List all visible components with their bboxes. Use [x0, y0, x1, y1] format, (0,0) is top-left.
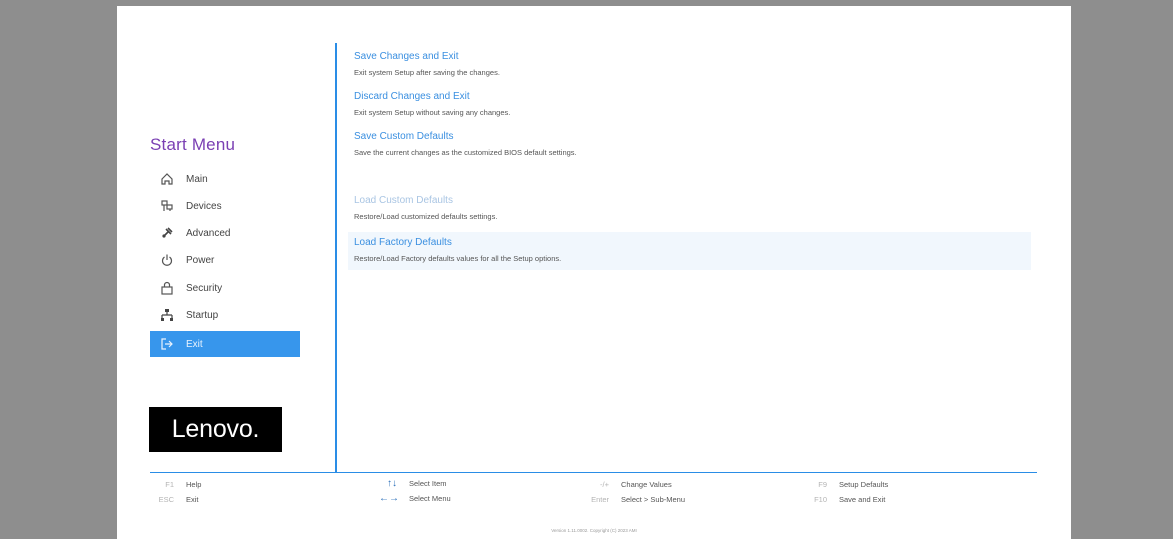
sidebar-item-startup[interactable]: Startup — [150, 302, 300, 328]
option-description: Save the current changes as the customiz… — [354, 148, 577, 157]
sidebar-item-advanced[interactable]: Advanced — [150, 220, 300, 246]
footer-key-help: F1 Help — [165, 480, 202, 489]
footer-key-select-item: ↑↓ Select Item — [387, 478, 447, 489]
footer-key-change-values: -/+ Change Values — [600, 480, 672, 489]
footer-key-save-and-exit: F10 Save and Exit — [814, 495, 886, 504]
sidebar-item-power[interactable]: Power — [150, 247, 300, 273]
footer-key-sub-menu: Enter Select > Sub-Menu — [591, 495, 685, 504]
home-icon — [157, 170, 177, 188]
lock-icon — [157, 279, 177, 297]
devices-icon — [157, 197, 177, 215]
version-text: Version 1.11.0002. Copyright (C) 2023 AM… — [551, 528, 637, 533]
bios-setup-panel: Start Menu Main Devices Advanced Power S… — [117, 6, 1071, 539]
option-title: Save Custom Defaults — [354, 131, 454, 142]
option-title: Discard Changes and Exit — [354, 91, 470, 102]
lenovo-logo: Lenovo. — [149, 407, 282, 452]
footer-key-setup-defaults: F9 Setup Defaults — [818, 480, 889, 489]
sidebar-item-security[interactable]: Security — [150, 275, 300, 301]
sidebar-item-label: Exit — [186, 338, 203, 350]
option-title: Load Factory Defaults — [354, 237, 452, 248]
startup-icon — [157, 306, 177, 324]
sidebar-item-label: Devices — [186, 200, 222, 212]
option-description: Exit system Setup without saving any cha… — [354, 108, 511, 117]
sidebar-title: Start Menu — [150, 135, 236, 154]
sidebar-item-devices[interactable]: Devices — [150, 193, 300, 219]
power-icon — [157, 251, 177, 269]
option-description: Restore/Load customized defaults setting… — [354, 212, 498, 221]
sidebar-item-label: Startup — [186, 309, 219, 321]
option-discard-changes-and-exit[interactable]: Discard Changes and Exit Exit system Set… — [354, 91, 1034, 117]
footer-key-select-menu: ←→ Select Menu — [379, 493, 451, 504]
option-description: Restore/Load Factory defaults values for… — [354, 254, 562, 263]
sidebar-item-label: Advanced — [186, 227, 231, 239]
option-load-custom-defaults: Load Custom Defaults Restore/Load custom… — [354, 195, 1034, 221]
option-load-factory-defaults[interactable]: Load Factory Defaults Restore/Load Facto… — [348, 232, 1031, 270]
option-description: Exit system Setup after saving the chang… — [354, 68, 500, 77]
option-save-custom-defaults[interactable]: Save Custom Defaults Save the current ch… — [354, 131, 1034, 157]
sidebar-item-main[interactable]: Main — [150, 166, 300, 192]
footer-key-exit: ESC Exit — [158, 495, 199, 504]
horizontal-divider — [150, 472, 1037, 473]
sidebar-item-exit[interactable]: Exit — [150, 331, 300, 357]
advanced-icon — [157, 224, 177, 242]
option-title: Load Custom Defaults — [354, 195, 453, 206]
vertical-divider — [335, 43, 337, 473]
sidebar-item-label: Main — [186, 173, 208, 185]
exit-icon — [157, 335, 177, 353]
option-save-changes-and-exit[interactable]: Save Changes and Exit Exit system Setup … — [354, 51, 1034, 77]
option-title: Save Changes and Exit — [354, 51, 459, 62]
sidebar-item-label: Security — [186, 282, 223, 294]
sidebar-item-label: Power — [186, 254, 215, 266]
